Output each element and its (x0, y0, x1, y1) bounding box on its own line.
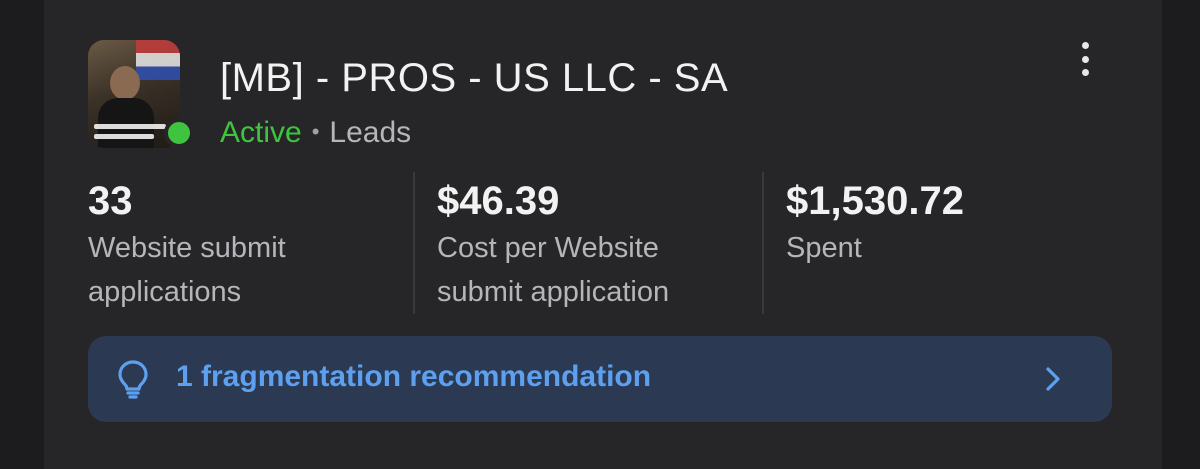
more-options-icon[interactable] (1070, 38, 1100, 80)
metric-results-label-line1: Website submit (88, 232, 286, 264)
status-separator: • (311, 119, 320, 144)
thumbnail-person-graphic (110, 66, 140, 100)
recommendation-text: 1 fragmentation recommendation (176, 360, 652, 393)
metric-results-label: Website submit applications (88, 226, 286, 314)
thumbnail-caption-graphic (94, 134, 154, 139)
status-label: Active (220, 116, 302, 149)
metric-results: 33 Website submit applications (88, 178, 286, 314)
metric-cost-label-line2: submit application (437, 276, 670, 308)
metric-results-value: 33 (88, 179, 133, 223)
status-indicator-dot (164, 118, 194, 148)
thumbnail-caption-graphic (94, 124, 166, 129)
metric-divider (762, 172, 764, 314)
thumbnail-flag-graphic (136, 40, 180, 80)
metric-cost-per-result: $46.39 Cost per Website submit applicati… (437, 178, 669, 314)
metric-cost-label-line1: Cost per Website (437, 232, 659, 264)
metric-spent-label: Spent (786, 226, 964, 270)
metric-spent-value: $1,530.72 (786, 179, 964, 223)
objective-label: Leads (329, 116, 412, 149)
metric-cost-label: Cost per Website submit application (437, 226, 669, 314)
metric-divider (413, 172, 415, 314)
lightbulb-icon (118, 360, 148, 399)
metric-spent: $1,530.72 Spent (786, 178, 964, 270)
chevron-right-icon (1046, 367, 1060, 391)
thumbnail-person-body-graphic (98, 98, 154, 148)
metric-spent-label-line1: Spent (786, 232, 862, 264)
metric-cost-value: $46.39 (437, 179, 560, 223)
recommendation-banner[interactable]: 1 fragmentation recommendation (88, 336, 1112, 422)
metric-results-label-line2: applications (88, 276, 242, 308)
campaign-title[interactable]: [MB] - PROS - US LLC - SA (220, 56, 728, 101)
campaign-status-row: Active • Leads (220, 116, 411, 150)
